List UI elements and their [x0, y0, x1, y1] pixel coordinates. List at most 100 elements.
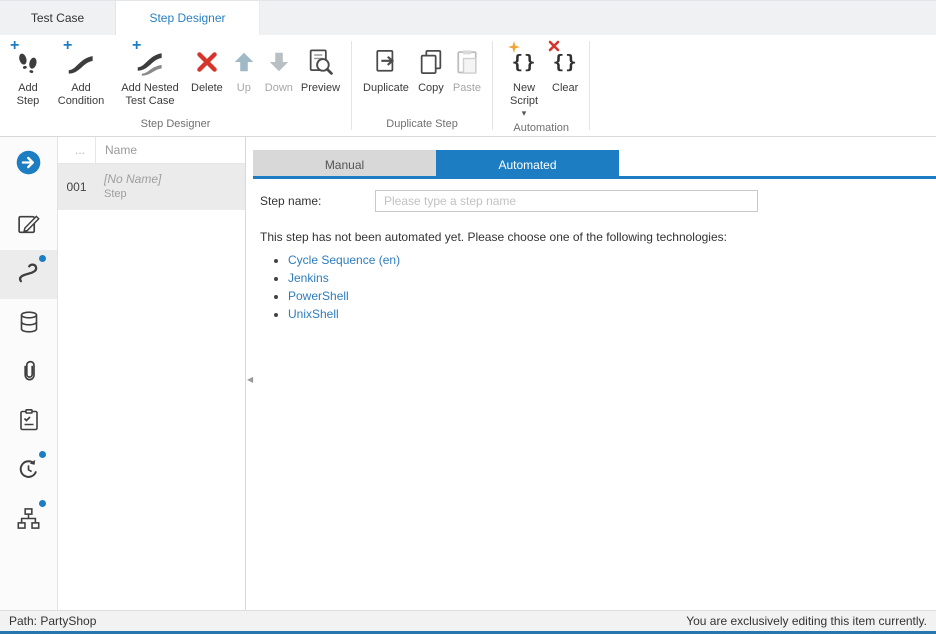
red-x-icon [548, 40, 560, 52]
steps-column-number: ... [58, 137, 95, 163]
ribbon-group-automation: {} New Script ▾ {} Clear [493, 35, 589, 136]
notification-badge [39, 451, 46, 458]
plus-badge-icon: + [10, 39, 19, 53]
add-nested-test-case-label: Add Nested Test Case [117, 82, 183, 108]
duplicate-label: Duplicate [363, 82, 409, 95]
sidebar-item-navigate[interactable] [0, 139, 57, 188]
sidebar-item-dependencies[interactable] [0, 495, 57, 544]
ribbon-group-buttons: {} New Script ▾ {} Clear [493, 35, 589, 120]
list-item: Jenkins [288, 271, 936, 285]
window-tab-bar: Test Case Step Designer [0, 0, 936, 35]
ribbon-group-duplicate-step: Duplicate Copy [352, 35, 492, 136]
copy-button[interactable]: Copy [413, 42, 449, 97]
delete-label: Delete [191, 82, 223, 95]
content-area: Manual Automated Step name: This step ha… [246, 137, 936, 610]
sidebar-item-data[interactable] [0, 299, 57, 348]
preview-button[interactable]: Preview [297, 42, 344, 97]
status-path: Path: PartyShop [9, 614, 96, 628]
step-name-input[interactable] [375, 190, 758, 212]
sidebar-item-checklist[interactable] [0, 397, 57, 446]
steps-icon [16, 260, 42, 289]
tab-step-designer[interactable]: Step Designer [116, 1, 260, 35]
status-bar: Path: PartyShop You are exclusively edit… [0, 610, 936, 634]
notification-badge [39, 255, 46, 262]
step-row-type: Step [104, 188, 245, 200]
add-condition-label: Add Condition [53, 82, 109, 108]
paste-button[interactable]: Paste [449, 42, 485, 97]
paste-label: Paste [453, 82, 481, 95]
technology-link-unixshell[interactable]: UnixShell [288, 307, 339, 321]
copy-label: Copy [418, 82, 444, 95]
content-tab-bar: Manual Automated [253, 150, 936, 179]
delete-button[interactable]: Delete [187, 42, 227, 97]
add-condition-icon: + [67, 44, 95, 80]
technology-link-jenkins[interactable]: Jenkins [288, 271, 329, 285]
paste-icon [453, 44, 481, 80]
ribbon-group-buttons: + Add Step + Add Condition [0, 35, 351, 116]
step-row-number: 001 [58, 164, 95, 210]
up-button[interactable]: Up [227, 42, 261, 97]
ribbon-separator [589, 41, 590, 130]
add-nested-test-case-button[interactable]: + Add Nested Test Case [113, 42, 187, 110]
attachments-icon [17, 359, 41, 386]
sidebar-item-history[interactable] [0, 446, 57, 495]
ribbon-group-step-designer: + Add Step + Add Condition [0, 35, 351, 136]
delete-icon [194, 44, 220, 80]
tab-step-designer-label: Step Designer [149, 11, 225, 25]
automated-step-form: Step name: This step has not been automa… [246, 179, 936, 321]
tab-manual[interactable]: Manual [253, 150, 436, 179]
step-name-row: Step name: [260, 189, 936, 213]
add-nested-test-case-icon: + [136, 44, 164, 80]
down-button[interactable]: Down [261, 42, 297, 97]
clear-script-label: Clear [552, 82, 578, 95]
navigate-forward-icon [15, 149, 42, 179]
left-icon-sidebar [0, 137, 58, 610]
duplicate-icon [372, 44, 400, 80]
steps-column-name: Name [95, 137, 245, 163]
copy-icon [417, 44, 445, 80]
sparkle-icon [508, 41, 520, 53]
clear-script-icon: {} [553, 44, 578, 80]
notification-badge [39, 500, 46, 507]
add-condition-button[interactable]: + Add Condition [49, 42, 113, 110]
ribbon-group-label: Duplicate Step [352, 116, 492, 136]
history-icon [16, 457, 41, 485]
sidebar-item-steps[interactable] [0, 250, 57, 299]
technology-link-cycle-sequence[interactable]: Cycle Sequence (en) [288, 253, 400, 267]
sidebar-item-edit-details[interactable] [0, 201, 57, 250]
new-script-button[interactable]: {} New Script ▾ [500, 42, 548, 120]
list-item: PowerShell [288, 289, 936, 303]
technology-link-powershell[interactable]: PowerShell [288, 289, 349, 303]
down-label: Down [265, 82, 293, 95]
step-row-name: [No Name] [104, 172, 245, 186]
list-item: Cycle Sequence (en) [288, 253, 936, 267]
braces-icon: {} [553, 48, 578, 76]
tab-automated[interactable]: Automated [436, 150, 619, 179]
add-step-icon: + [14, 44, 42, 80]
step-designer-window: Test Case Step Designer + [0, 0, 936, 634]
up-label: Up [237, 82, 251, 95]
steps-header: ... Name [58, 137, 245, 164]
step-name-label: Step name: [260, 194, 375, 208]
add-step-label: Add Step [11, 82, 45, 108]
add-step-button[interactable]: + Add Step [7, 42, 49, 110]
ribbon: + Add Step + Add Condition [0, 35, 936, 137]
down-arrow-icon [266, 44, 292, 80]
dropdown-arrow-icon[interactable]: ▾ [522, 109, 527, 118]
tab-test-case[interactable]: Test Case [0, 1, 116, 35]
clear-script-button[interactable]: {} Clear [548, 42, 582, 97]
collapse-panel-arrow[interactable]: ◀ [247, 375, 253, 384]
ribbon-group-buttons: Duplicate Copy [352, 35, 492, 116]
up-arrow-icon [231, 44, 257, 80]
sidebar-item-attachments[interactable] [0, 348, 57, 397]
new-script-icon: {} [512, 44, 537, 80]
step-row[interactable]: 001 [No Name] Step [58, 164, 245, 210]
checklist-icon [17, 408, 41, 435]
technology-list: Cycle Sequence (en) Jenkins PowerShell U… [260, 253, 936, 321]
dependencies-icon [16, 506, 41, 534]
duplicate-button[interactable]: Duplicate [359, 42, 413, 97]
edit-details-icon [16, 212, 41, 240]
steps-panel: ... Name 001 [No Name] Step [58, 137, 246, 610]
plus-badge-icon: + [132, 39, 141, 53]
status-message: You are exclusively editing this item cu… [686, 614, 927, 628]
